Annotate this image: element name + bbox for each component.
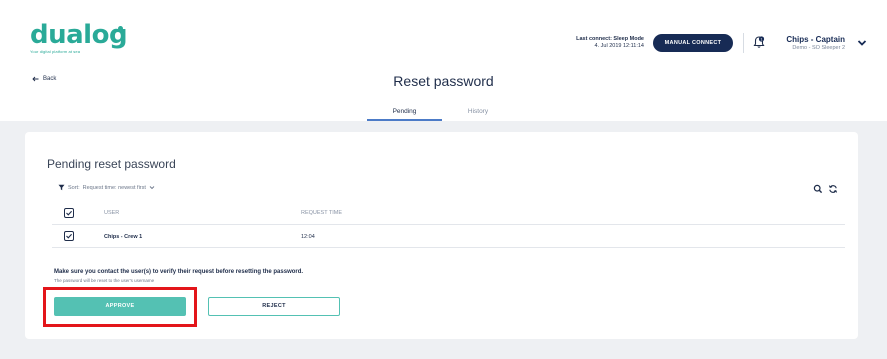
column-header-request-time[interactable]: REQUEST TIME xyxy=(301,210,342,216)
sort-control[interactable]: Sort: Request time: newest first xyxy=(58,184,155,191)
card-title: Pending reset password xyxy=(47,157,176,171)
last-connect-info: Last connect: Sleep Mode 4. Jul 2019 12:… xyxy=(576,36,644,50)
chevron-down-icon xyxy=(149,186,155,190)
column-header-user[interactable]: USER xyxy=(104,210,119,216)
tab-history[interactable]: History xyxy=(443,108,513,115)
user-name: Chips - Captain xyxy=(786,35,845,44)
row-user: Chips - Crew 1 xyxy=(104,234,143,240)
user-menu[interactable]: Chips - Captain Demo - SO Sleeper 2 xyxy=(786,35,845,51)
logo-dot xyxy=(118,26,123,31)
select-all-checkbox[interactable] xyxy=(64,208,74,218)
sort-value: Request time: newest first xyxy=(82,184,146,191)
manual-connect-button[interactable]: MANUAL CONNECT xyxy=(653,34,733,52)
app-header: dualog Your digital platform at sea Last… xyxy=(0,0,887,72)
page-title: Reset password xyxy=(393,73,494,89)
verification-warning: Make sure you contact the user(s) to ver… xyxy=(54,269,304,275)
table-row[interactable]: Chips - Crew 1 12:04 xyxy=(52,225,845,248)
bell-icon[interactable]: 1 xyxy=(752,35,766,49)
refresh-icon[interactable] xyxy=(828,184,838,194)
last-connect-time: 4. Jul 2019 12:11:14 xyxy=(594,43,644,49)
checkmark-icon xyxy=(66,233,73,239)
row-checkbox[interactable] xyxy=(64,231,74,241)
search-icon[interactable] xyxy=(813,184,823,194)
sort-label: Sort: xyxy=(68,184,80,191)
header-divider xyxy=(743,33,744,53)
row-request-time: 12:04 xyxy=(301,234,315,240)
logo-wordmark: dualog xyxy=(30,20,128,50)
reset-note: The password will be reset to the user's… xyxy=(54,278,155,283)
pending-requests-table: USER REQUEST TIME Chips - Crew 1 12:04 xyxy=(52,202,845,248)
last-connect-label: Last connect: Sleep Mode xyxy=(576,36,644,42)
chevron-down-icon[interactable] xyxy=(857,39,867,47)
filter-icon xyxy=(58,184,65,191)
checkmark-icon xyxy=(66,210,73,216)
reject-button[interactable]: REJECT xyxy=(208,297,340,316)
svg-text:1: 1 xyxy=(761,37,763,41)
dualog-logo[interactable]: dualog Your digital platform at sea xyxy=(30,20,128,62)
approve-highlight-box xyxy=(43,287,197,327)
user-vessel: Demo - SO Sleeper 2 xyxy=(792,45,845,51)
tab-pending[interactable]: Pending xyxy=(367,108,442,115)
table-header-row: USER REQUEST TIME xyxy=(52,202,845,225)
